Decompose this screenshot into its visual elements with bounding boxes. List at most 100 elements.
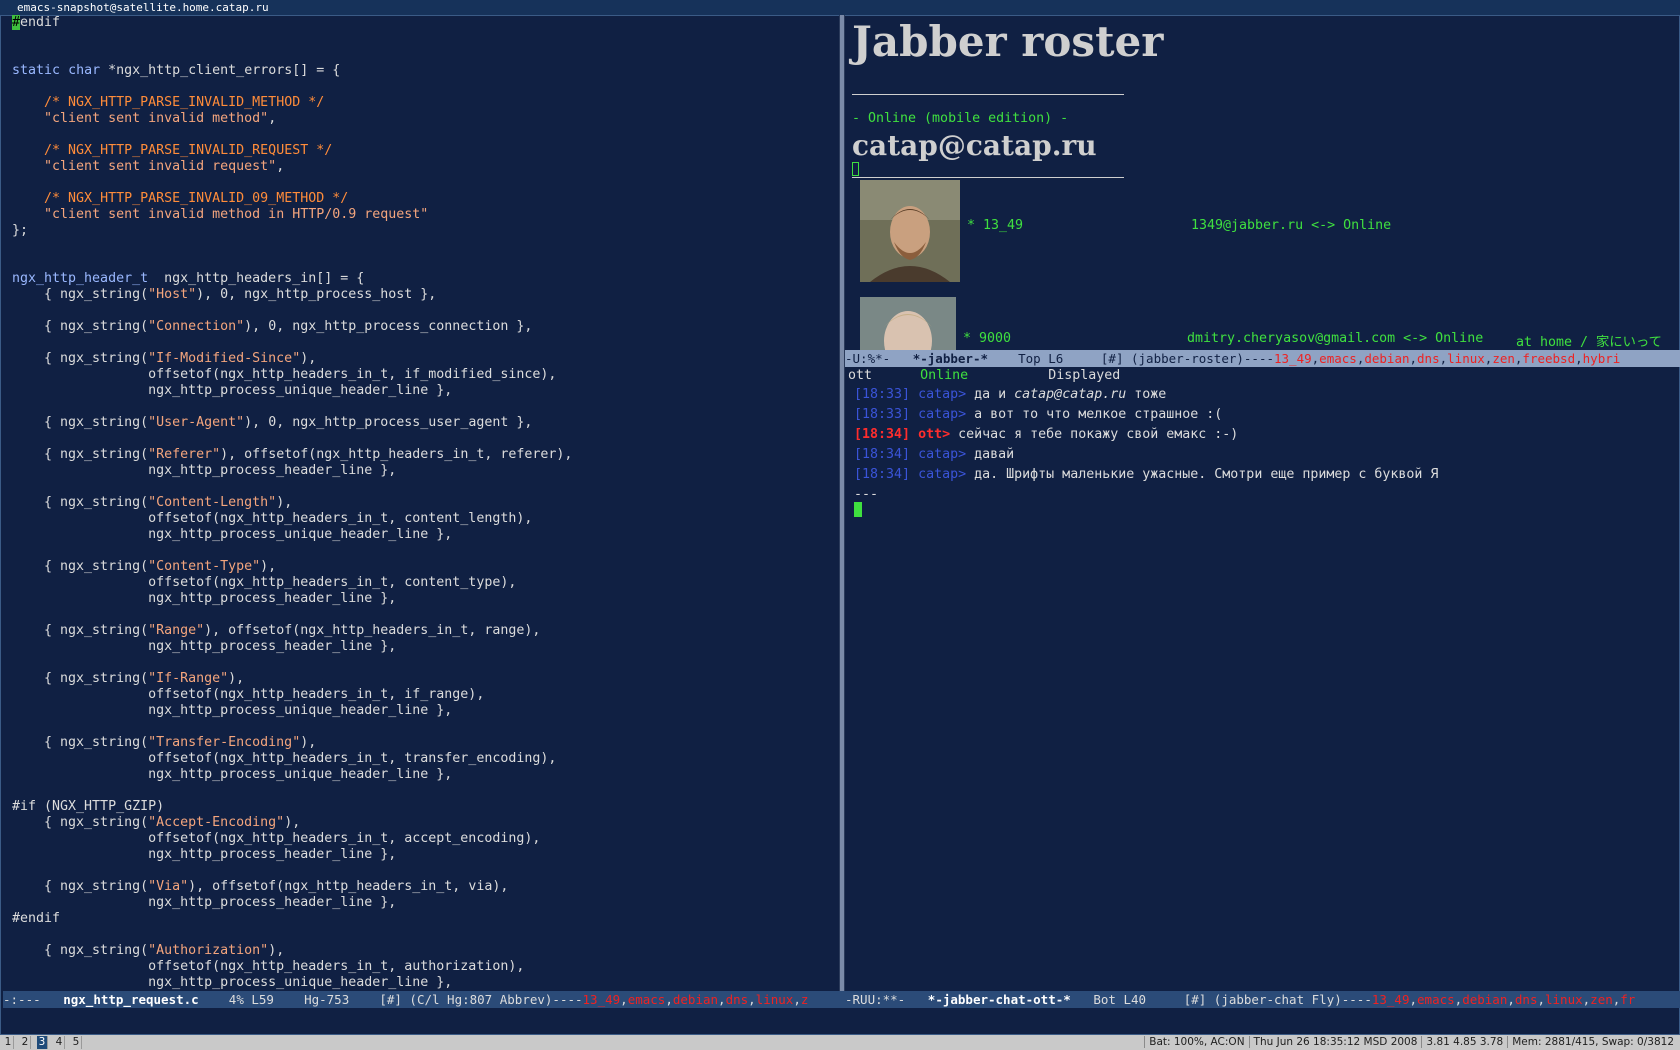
code-token: }; bbox=[12, 223, 29, 238]
code-token: { ngx_string( bbox=[12, 319, 149, 334]
jabber-roster-pane[interactable]: Jabber roster - Online (mobile edition) … bbox=[848, 15, 1678, 350]
code-token: "Transfer-Encoding" bbox=[148, 735, 301, 750]
code-token: ngx_http_process_header_line }, bbox=[12, 847, 397, 862]
code-token: ngx_http_headers_in[] = { bbox=[148, 271, 365, 286]
code-editor-pane[interactable]: #endif static char *ngx_http_client_erro… bbox=[3, 15, 837, 991]
code-line: { ngx_string("Content-Type"), bbox=[12, 559, 276, 574]
contact-jid[interactable]: 1349@jabber.ru <-> Online bbox=[1191, 218, 1391, 233]
modeline-tag: z bbox=[800, 992, 809, 1007]
code-line: offsetof(ngx_http_headers_in_t, if_modif… bbox=[12, 367, 556, 382]
contact-name[interactable]: * 13_49 bbox=[967, 218, 1023, 233]
system-taskbar: 12345 Bat: 100%, AC:ON Thu Jun 26 18:35:1… bbox=[0, 1035, 1680, 1050]
code-line: offsetof(ngx_http_headers_in_t, if_range… bbox=[12, 687, 484, 702]
code-token: ), 0, ngx_http_process_connection }, bbox=[244, 319, 533, 334]
battery-status: Bat: 100%, AC:ON bbox=[1144, 1036, 1249, 1048]
chat-message: [18:33] catap> да и catap@catap.ru тоже bbox=[854, 387, 1166, 402]
code-token: { ngx_string( bbox=[12, 351, 149, 366]
code-line: { ngx_string("Referer"), offsetof(ngx_ht… bbox=[12, 447, 572, 462]
message-timestamp: [18:33] bbox=[854, 407, 911, 422]
code-line: ngx_http_process_header_line }, bbox=[12, 847, 396, 862]
code-token: { ngx_string( bbox=[12, 415, 149, 430]
workspace-2[interactable]: 2 bbox=[20, 1036, 31, 1049]
code-token: ), offsetof(ngx_http_headers_in_t, refer… bbox=[220, 447, 573, 462]
code-text[interactable]: #endif static char *ngx_http_client_erro… bbox=[12, 15, 572, 991]
roster-modeline[interactable]: -U:%*- *-jabber-* Top L6 [#] (jabber-ros… bbox=[845, 350, 1680, 367]
code-line: ngx_http_process_unique_header_line }, bbox=[12, 703, 452, 718]
code-line: { ngx_string("Host"), 0, ngx_http_proces… bbox=[12, 287, 436, 302]
contact-jid[interactable]: dmitry.cheryasov@gmail.com <-> Online bbox=[1187, 331, 1483, 346]
modeline-tags: 13_49,emacs,debian,dns,linux,zen,freebsd… bbox=[1274, 351, 1621, 366]
code-line: /* NGX_HTTP_PARSE_INVALID_REQUEST */ bbox=[12, 143, 332, 158]
chat-message: [18:34] catap> давай bbox=[854, 447, 1014, 462]
message-timestamp: [18:34] bbox=[854, 427, 911, 442]
chat-pane[interactable]: [18:33] catap> да и catap@catap.ru тоже [… bbox=[848, 385, 1678, 990]
code-line: ngx_http_process_unique_header_line }, bbox=[12, 383, 452, 398]
modeline-tag: 13_49 bbox=[1371, 992, 1410, 1007]
code-token: offsetof(ngx_http_headers_in_t, transfer… bbox=[12, 751, 557, 766]
message-timestamp: [18:34] bbox=[854, 447, 911, 462]
code-token: static bbox=[12, 63, 61, 78]
modeline-tag: debian bbox=[672, 992, 719, 1007]
modeline-tag: freebsd bbox=[1522, 351, 1576, 366]
code-token: ngx_http_header_t bbox=[12, 271, 149, 286]
code-modeline[interactable]: -:--- ngx_http_request.c 4% L59 Hg-753 [… bbox=[3, 991, 845, 1008]
chat-contact-name: ott bbox=[848, 368, 873, 383]
code-token: ), bbox=[276, 495, 293, 510]
chat-message: [18:34] catap> да. Шрифты маленькие ужас… bbox=[854, 467, 1438, 482]
window-divider[interactable] bbox=[839, 15, 845, 991]
code-line: { ngx_string("Range"), offsetof(ngx_http… bbox=[12, 623, 540, 638]
code-token: ), bbox=[300, 351, 317, 366]
code-line: { ngx_string("Accept-Encoding"), bbox=[12, 815, 300, 830]
workspace-1[interactable]: 1 bbox=[3, 1036, 14, 1049]
code-line: ngx_http_process_header_line }, bbox=[12, 591, 396, 606]
presence-status[interactable]: - Online (mobile edition) - bbox=[852, 111, 1068, 126]
code-token: { ngx_string( bbox=[12, 671, 149, 686]
code-line: offsetof(ngx_http_headers_in_t, accept_e… bbox=[12, 831, 540, 846]
code-token: { ngx_string( bbox=[12, 735, 149, 750]
code-line: { ngx_string("Connection"), 0, ngx_http_… bbox=[12, 319, 532, 334]
modeline-tag: linux bbox=[1447, 351, 1485, 366]
code-token: /* NGX_HTTP_PARSE_INVALID_METHOD */ bbox=[44, 95, 325, 110]
code-token: "client sent invalid method" bbox=[44, 111, 269, 126]
window-titlebar[interactable]: emacs-snapshot@satellite.home.catap.ru bbox=[0, 0, 1680, 16]
code-token: offsetof(ngx_http_headers_in_t, if_modif… bbox=[12, 367, 557, 382]
message-nick: catap> bbox=[918, 387, 967, 402]
modeline-tag: zen bbox=[1492, 351, 1515, 366]
message-jid: catap@catap.ru bbox=[1014, 387, 1127, 402]
modeline-buffer-name: *-jabber-* bbox=[912, 351, 988, 366]
code-line: { ngx_string("Content-Length"), bbox=[12, 495, 292, 510]
code-line: ngx_http_process_unique_header_line }, bbox=[12, 975, 452, 990]
message-text: да и bbox=[974, 387, 1015, 402]
code-token: { ngx_string( bbox=[12, 287, 149, 302]
modeline-tag: emacs bbox=[1319, 351, 1357, 366]
chat-input-cursor[interactable] bbox=[854, 502, 862, 517]
code-line: { ngx_string("Via"), offsetof(ngx_http_h… bbox=[12, 879, 508, 894]
contact-status-message: at home / 家にいって bbox=[1516, 335, 1662, 350]
modeline-tag: fr bbox=[1620, 992, 1636, 1007]
code-token: "User-Agent" bbox=[148, 415, 245, 430]
code-token: { ngx_string( bbox=[12, 623, 149, 638]
code-token: ), bbox=[228, 671, 245, 686]
contact-name[interactable]: * 9000 bbox=[963, 331, 1011, 346]
code-token: ngx_http_process_unique_header_line }, bbox=[12, 383, 453, 398]
own-jid: catap@catap.ru bbox=[852, 129, 1097, 162]
modeline-mode: [#] (C/l Hg:807 Abbrev)---- bbox=[379, 992, 583, 1007]
code-token: ), 0, ngx_http_process_user_agent }, bbox=[244, 415, 533, 430]
code-line: ngx_http_process_header_line }, bbox=[12, 639, 396, 654]
workspace-5[interactable]: 5 bbox=[71, 1036, 82, 1049]
workspace-3[interactable]: 3 bbox=[37, 1036, 48, 1049]
code-line: { ngx_string("If-Modified-Since"), bbox=[12, 351, 316, 366]
code-token: { ngx_string( bbox=[12, 447, 149, 462]
workspace-4[interactable]: 4 bbox=[54, 1036, 65, 1049]
modeline-tag: emacs bbox=[1417, 992, 1455, 1007]
message-timestamp: [18:34] bbox=[854, 467, 911, 482]
chat-modeline[interactable]: -RUU:**- *-jabber-chat-ott-* Bot L40 [#]… bbox=[845, 991, 1680, 1008]
code-token: ngx_http_process_unique_header_line }, bbox=[12, 975, 453, 990]
code-token: , bbox=[276, 159, 285, 174]
code-token: "Connection" bbox=[148, 319, 245, 334]
code-token: "Referer" bbox=[148, 447, 221, 462]
